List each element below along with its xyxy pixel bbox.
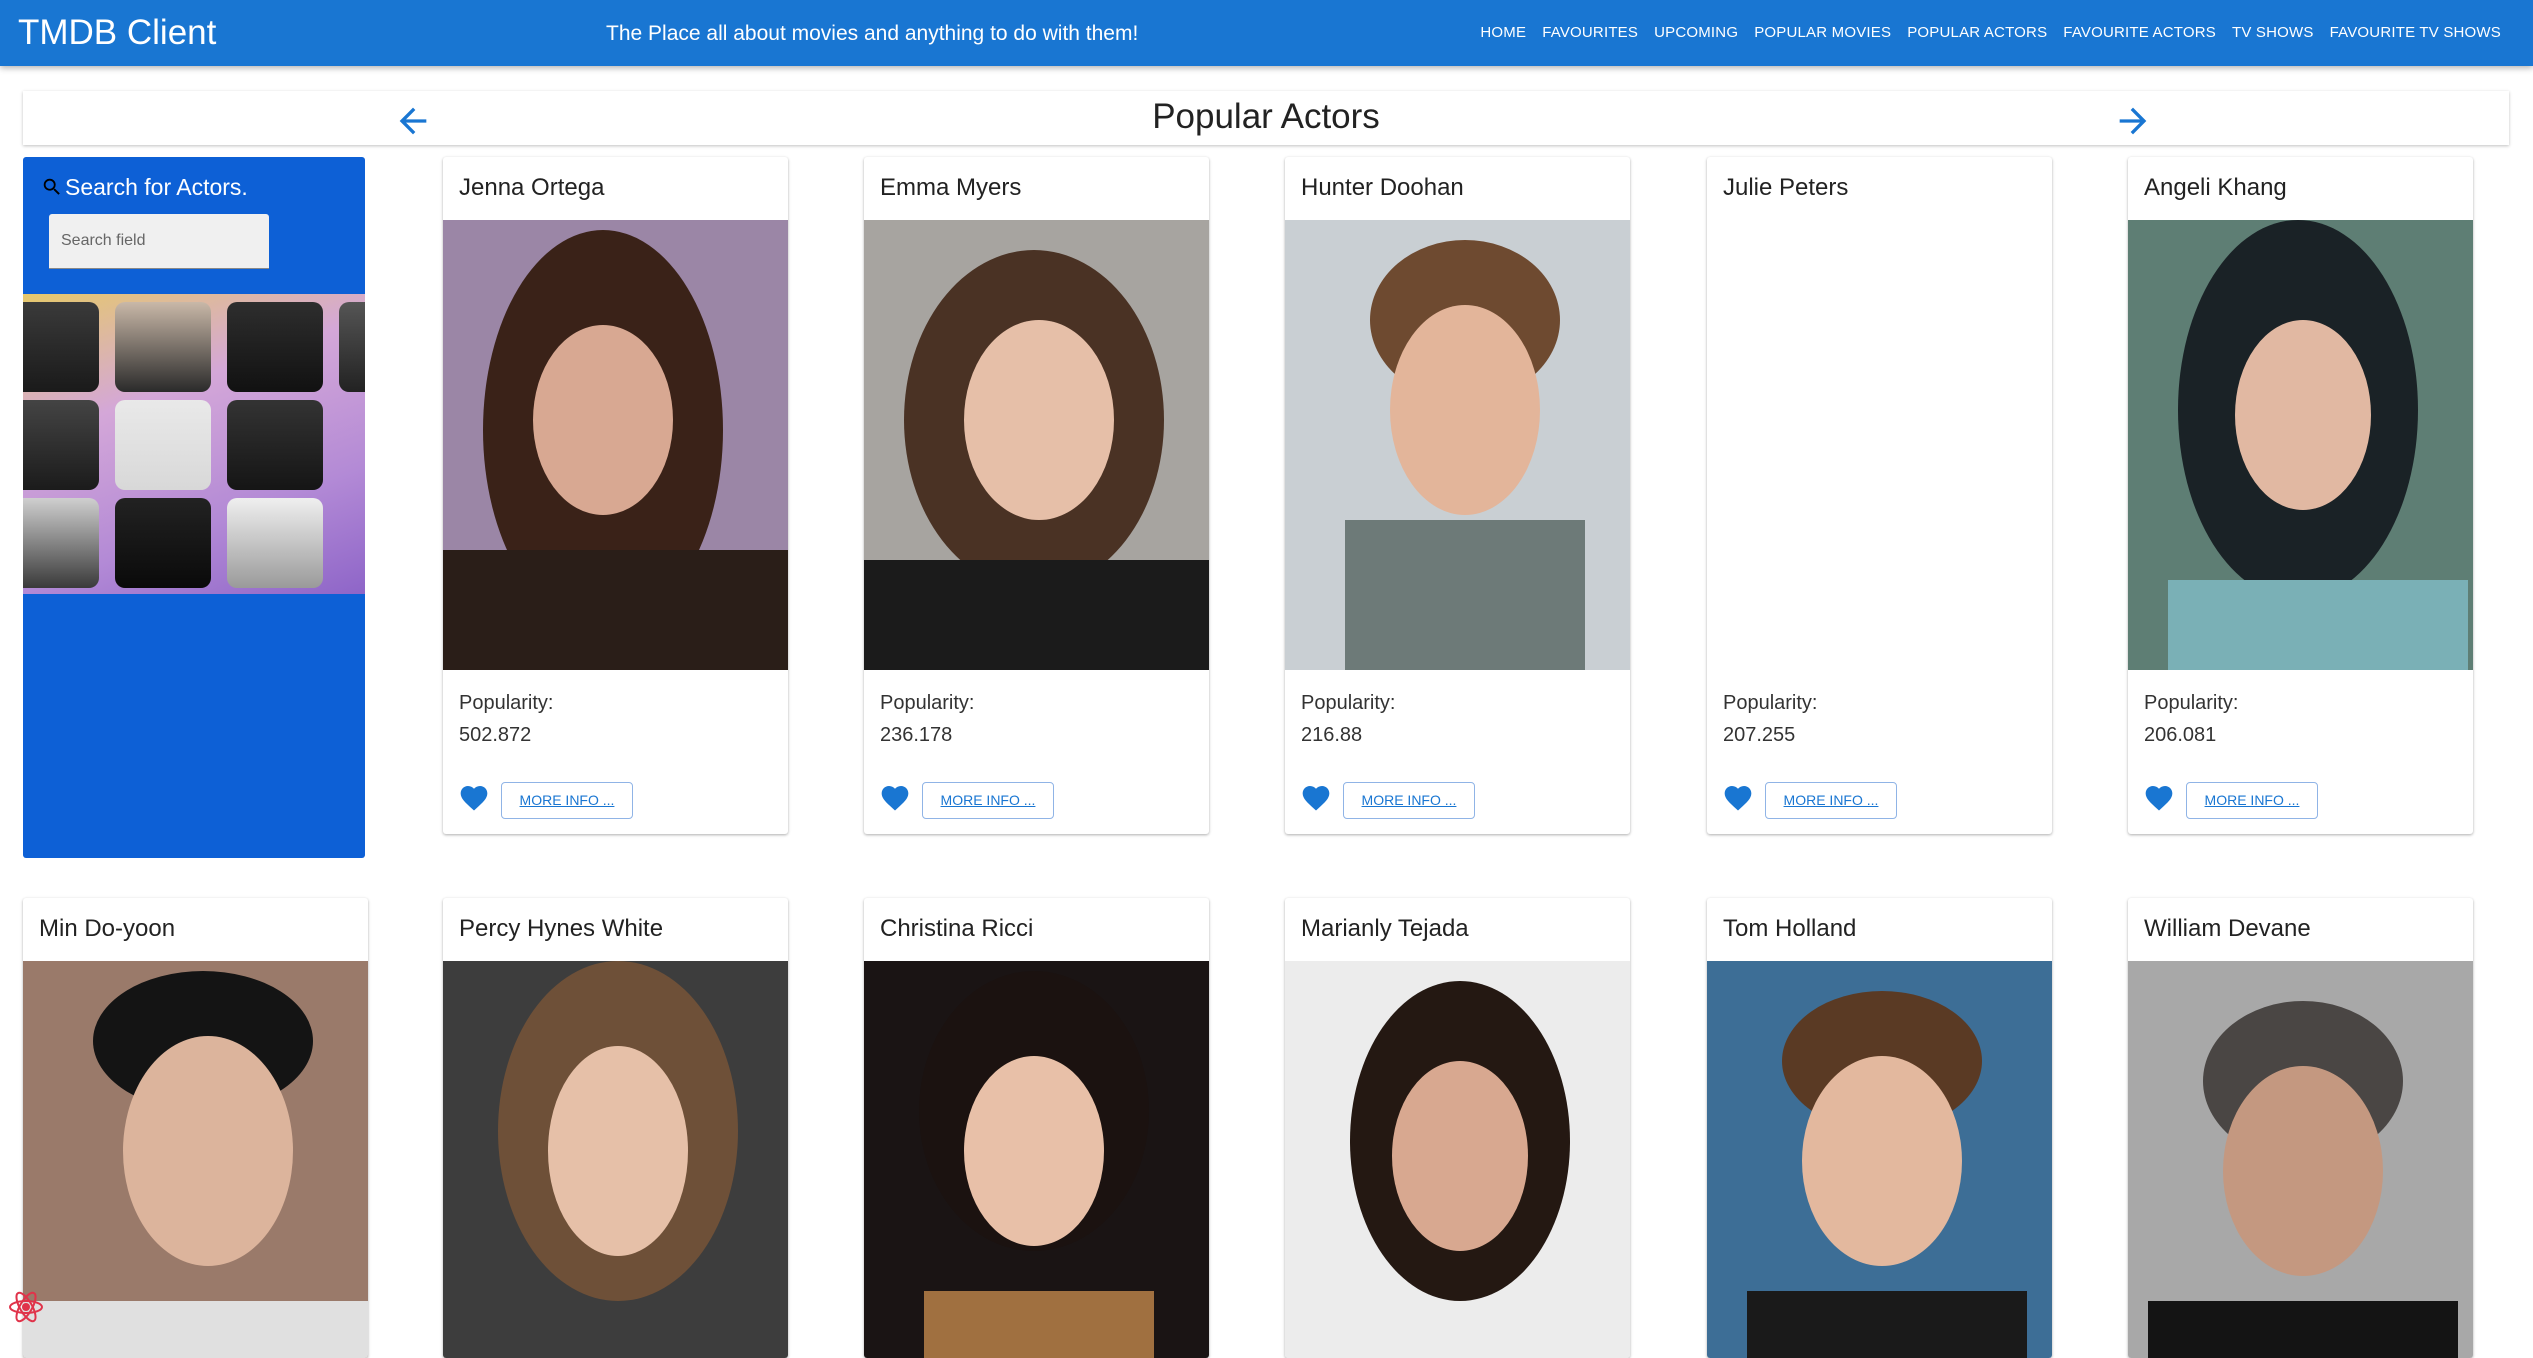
heart-icon[interactable] [1299,782,1333,814]
more-info-button[interactable]: MORE INFO ... [922,782,1054,819]
actor-card: Julie Peters Popularity: 207.255 MORE IN… [1707,157,2052,834]
actor-name: Min Do-yoon [39,915,176,942]
nav-favourites[interactable]: FAVOURITES [1534,22,1646,44]
actor-name: Hunter Doohan [1301,174,1464,201]
actor-photo [2128,220,2473,670]
app-title[interactable]: TMDB Client [18,12,216,54]
search-sidebar: Search for Actors. [23,157,365,858]
actor-card: Jenna Ortega Popularity: 502.872 MORE IN… [443,157,788,834]
actor-photo [1285,220,1630,670]
popularity-label: Popularity: [880,692,975,714]
actor-photo-empty [1707,220,2052,670]
actor-name: Christina Ricci [880,915,1034,942]
nav-favourite-actors[interactable]: FAVOURITE ACTORS [2055,22,2224,44]
actor-card: Marianly Tejada [1285,898,1630,1358]
actor-card: Hunter Doohan Popularity: 216.88 MORE IN… [1285,157,1630,834]
nav-home[interactable]: HOME [1472,22,1534,44]
main-nav: HOME FAVOURITES UPCOMING POPULAR MOVIES … [1472,22,2509,44]
actor-name: Angeli Khang [2144,174,2287,201]
popularity-label: Popularity: [1723,692,1818,714]
actors-collage-image [23,294,365,594]
actor-name: Emma Myers [880,174,1022,201]
actor-photo [864,961,1209,1358]
search-label: Search for Actors. [65,174,248,200]
actor-card: Christina Ricci [864,898,1209,1358]
actor-photo [443,961,788,1358]
search-label-row: Search for Actors. [41,172,248,202]
actor-photo [2128,961,2473,1358]
popularity-value: 236.178 [880,724,953,746]
actor-photo [23,961,368,1358]
popularity-value: 206.081 [2144,724,2217,746]
actor-photo [1285,961,1630,1358]
actor-card: Percy Hynes White [443,898,788,1358]
nav-favourite-tv-shows[interactable]: FAVOURITE TV SHOWS [2322,22,2509,44]
actor-card: Min Do-yoon [23,898,368,1358]
actor-name: Julie Peters [1723,174,1849,201]
actor-photo [443,220,788,670]
nav-popular-movies[interactable]: POPULAR MOVIES [1746,22,1899,44]
more-info-button[interactable]: MORE INFO ... [1343,782,1475,819]
actor-card: Angeli Khang Popularity: 206.081 MORE IN… [2128,157,2473,834]
popularity-value: 207.255 [1723,724,1796,746]
search-icon [43,178,60,195]
actor-name: Jenna Ortega [459,174,605,201]
react-logo-icon[interactable] [6,1287,46,1327]
actor-card: Emma Myers Popularity: 236.178 MORE INFO… [864,157,1209,834]
popularity-label: Popularity: [1301,692,1396,714]
arrow-right-icon[interactable] [2113,101,2153,141]
more-info-button[interactable]: MORE INFO ... [501,782,633,819]
more-info-button[interactable]: MORE INFO ... [1765,782,1897,819]
actor-photo [864,220,1209,670]
popularity-value: 502.872 [459,724,532,746]
actor-name: Percy Hynes White [459,915,664,942]
actor-name: Tom Holland [1723,915,1857,942]
heart-icon[interactable] [457,782,491,814]
nav-upcoming[interactable]: UPCOMING [1646,22,1746,44]
more-info-button[interactable]: MORE INFO ... [2186,782,2318,819]
heart-icon[interactable] [2142,782,2176,814]
page-header: Popular Actors [23,91,2509,145]
search-input[interactable] [49,214,269,269]
nav-popular-actors[interactable]: POPULAR ACTORS [1899,22,2055,44]
nav-tv-shows[interactable]: TV SHOWS [2224,22,2322,44]
actor-card: William Devane [2128,898,2473,1358]
heart-icon[interactable] [878,782,912,814]
popularity-label: Popularity: [2144,692,2239,714]
actor-photo [1707,961,2052,1358]
popularity-label: Popularity: [459,692,554,714]
popularity-value: 216.88 [1301,724,1363,746]
app-bar: TMDB Client The Place all about movies a… [0,0,2533,66]
arrow-left-icon[interactable] [393,101,433,141]
actor-card: Tom Holland [1707,898,2052,1358]
app-tagline: The Place all about movies and anything … [606,22,1139,45]
actor-name: Marianly Tejada [1301,915,1469,942]
actor-name: William Devane [2144,915,2311,942]
heart-icon[interactable] [1721,782,1755,814]
